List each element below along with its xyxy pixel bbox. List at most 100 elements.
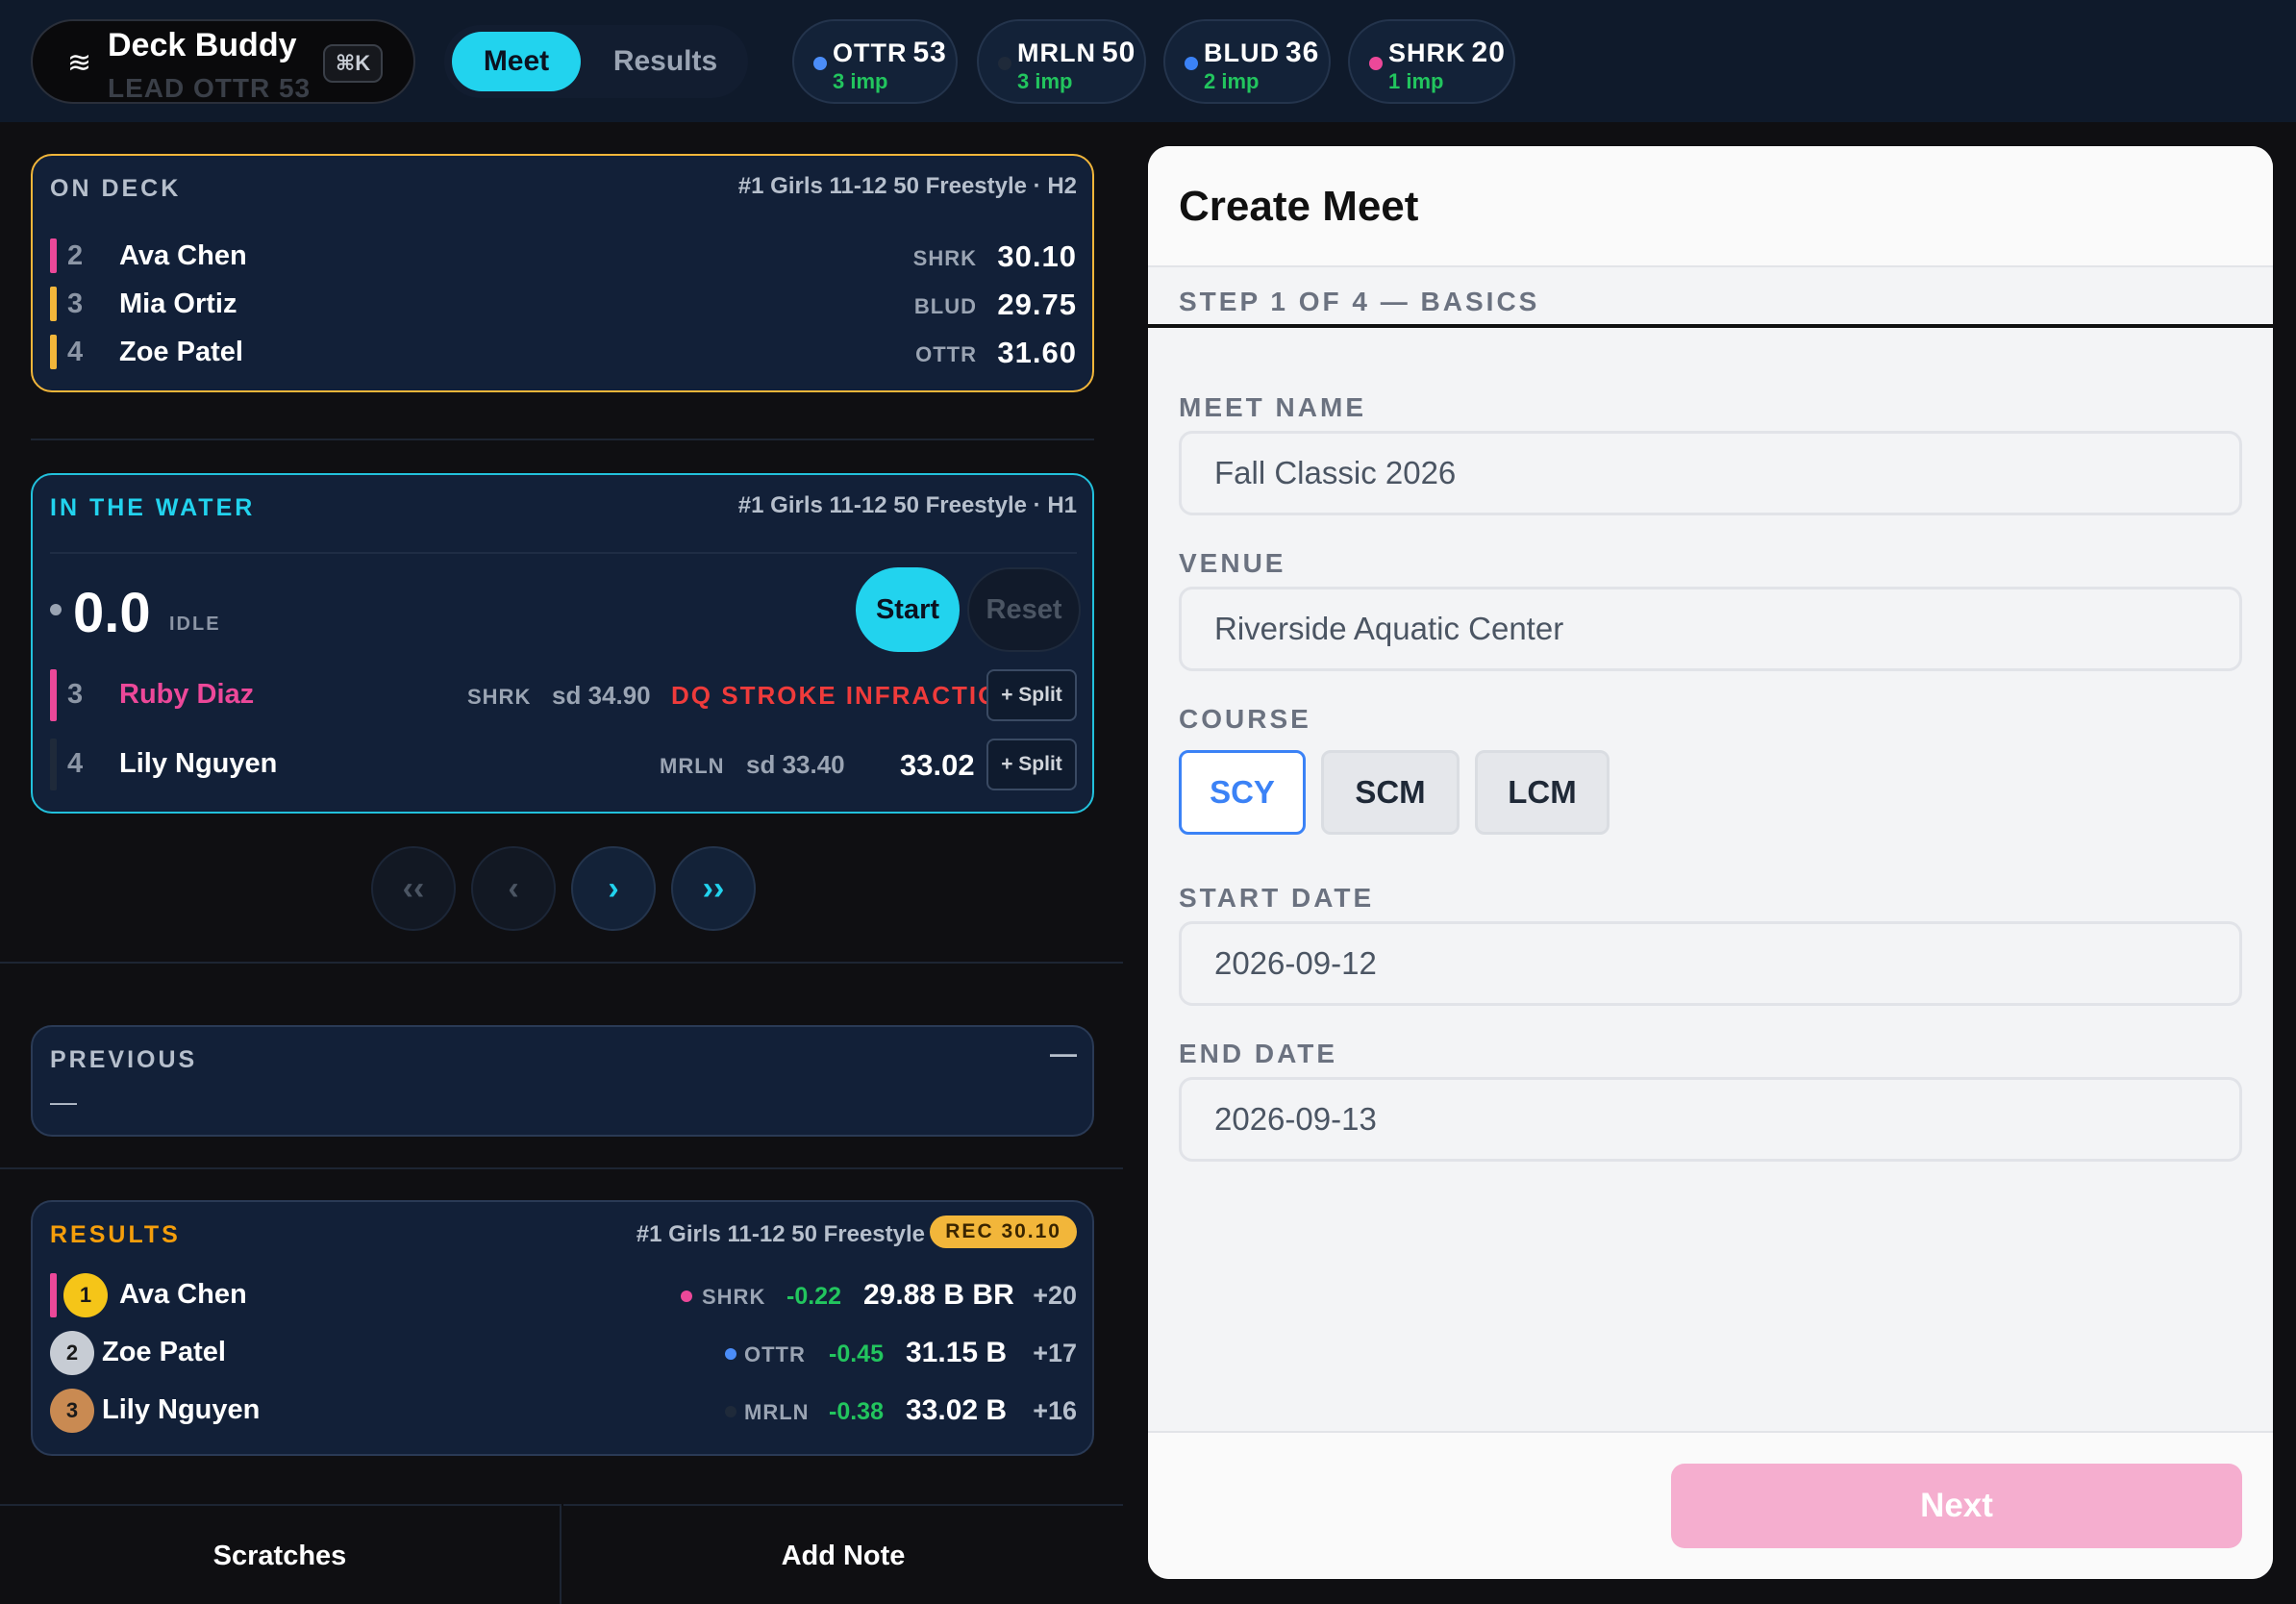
team-score-chip-ottr[interactable]: OTTR 53 3 imp	[792, 19, 958, 104]
view-tabs: Meet Results	[444, 25, 748, 98]
lane-number: 3	[67, 679, 84, 710]
course-label: COURSE	[1179, 704, 1311, 734]
on-deck-row[interactable]: 3 Mia Ortiz BLUD 29.75	[50, 285, 1077, 323]
previous-card[interactable]: PREVIOUS — —	[31, 1025, 1094, 1137]
team-code: MRLN	[1017, 38, 1096, 67]
results-event: #1 Girls 11-12 50 Freestyle	[636, 1221, 925, 1247]
start-button[interactable]: Start	[856, 567, 960, 652]
team-color-dot	[813, 57, 827, 70]
next-heat-button[interactable]: ›	[571, 846, 656, 931]
venue-input[interactable]: Riverside Aquatic Center	[1179, 587, 2242, 671]
seed-time: 30.10	[997, 239, 1077, 273]
waves-icon: ≋	[67, 47, 92, 79]
panel-footer: Next	[1148, 1431, 2273, 1579]
place-medal: 1	[63, 1273, 108, 1317]
team-score-chip-shrk[interactable]: SHRK 20 1 imp	[1348, 19, 1515, 104]
seed-time: 31.60	[997, 336, 1077, 369]
swimmer-name: Lily Nguyen	[119, 748, 278, 779]
team-score-chip-blud[interactable]: BLUD 36 2 imp	[1163, 19, 1331, 104]
start-date-input[interactable]: 2026-09-12	[1179, 921, 2242, 1006]
start-date-label: START DATE	[1179, 883, 1375, 913]
swimmer-name: Zoe Patel	[102, 1337, 226, 1367]
course-option-scy[interactable]: SCY	[1179, 750, 1306, 835]
in-water-title: IN THE WATER	[50, 494, 256, 521]
add-split-button[interactable]: + Split	[986, 739, 1077, 790]
lane-color-bar	[50, 238, 57, 273]
in-water-row[interactable]: 3 Ruby Diaz SHRK sd 34.90 DQ STROKE INFR…	[50, 669, 1077, 721]
first-heat-button[interactable]: ‹‹	[371, 846, 456, 931]
time-delta: -0.38	[829, 1398, 884, 1425]
points-awarded: +16	[1033, 1396, 1077, 1425]
lane-color-bar	[50, 287, 57, 321]
collapse-icon[interactable]: —	[1050, 1039, 1077, 1069]
venue-label: VENUE	[1179, 548, 1286, 578]
add-split-button[interactable]: + Split	[986, 669, 1077, 721]
team-color-dot	[1369, 57, 1383, 70]
time-delta: -0.45	[829, 1341, 884, 1367]
panel-header: Create Meet	[1148, 146, 2273, 267]
lane-number: 4	[67, 337, 84, 367]
scratches-button[interactable]: Scratches	[0, 1504, 562, 1604]
clock-state: IDLE	[169, 614, 221, 635]
final-time: 33.02	[900, 748, 975, 782]
course-option-lcm[interactable]: LCM	[1475, 750, 1610, 835]
team-improvements: 1 imp	[1388, 69, 1444, 93]
divider	[31, 439, 1094, 440]
on-deck-row[interactable]: 2 Ava Chen SHRK 30.10	[50, 237, 1077, 275]
on-deck-title: ON DECK	[50, 175, 182, 202]
team-score-chip-mrln[interactable]: MRLN 50 3 imp	[977, 19, 1146, 104]
result-row[interactable]: 1 Ava Chen SHRK -0.22 29.88 B BR +20	[50, 1273, 1077, 1317]
course-option-scm[interactable]: SCM	[1321, 750, 1460, 835]
meet-name-label: MEET NAME	[1179, 392, 1366, 422]
clock-status-dot	[50, 604, 62, 615]
previous-heat-button[interactable]: ‹	[471, 846, 556, 931]
team-improvements: 2 imp	[1204, 69, 1260, 93]
tab-meet[interactable]: Meet	[452, 32, 581, 91]
last-heat-button[interactable]: ››	[671, 846, 756, 931]
team-improvements: 3 imp	[833, 69, 888, 93]
points-awarded: +17	[1033, 1339, 1077, 1367]
final-time: 33.02 B	[906, 1394, 1008, 1426]
on-deck-row[interactable]: 4 Zoe Patel OTTR 31.60	[50, 333, 1077, 371]
race-clock: 0.0	[73, 582, 151, 644]
seed-time: sd 33.40	[746, 750, 845, 779]
dq-status: DQ STROKE INFRACTION	[671, 681, 1020, 710]
previous-value: —	[50, 1087, 77, 1116]
lead-indicator: LEAD OTTR 53	[108, 73, 312, 103]
swimmer-name: Ava Chen	[119, 1279, 247, 1310]
team-code: BLUD	[913, 294, 977, 318]
lane-number: 3	[67, 288, 84, 319]
team-code: OTTR	[915, 342, 977, 366]
final-time: 31.15 B	[906, 1337, 1008, 1368]
lane-number: 4	[67, 748, 84, 779]
divider	[0, 1167, 1123, 1169]
on-deck-card: ON DECK #1 Girls 11-12 50 Freestyle · H2…	[31, 154, 1094, 392]
reset-button[interactable]: Reset	[967, 567, 1081, 652]
previous-title: PREVIOUS	[50, 1046, 198, 1073]
team-points: 20	[1471, 37, 1506, 68]
in-water-event: #1 Girls 11-12 50 Freestyle · H1	[737, 492, 1077, 518]
team-code: MRLN	[660, 754, 725, 778]
in-water-row[interactable]: 4 Lily Nguyen MRLN sd 33.40 33.02	[50, 739, 1077, 790]
add-note-button[interactable]: Add Note	[563, 1504, 1123, 1604]
tab-results[interactable]: Results	[598, 32, 733, 91]
team-code: SHRK	[912, 246, 977, 270]
team-code: OTTR	[833, 38, 908, 67]
team-code: SHRK	[467, 685, 532, 709]
result-row[interactable]: 2 Zoe Patel OTTR -0.45 31.15 B +17	[50, 1331, 1077, 1375]
team-color-dot	[725, 1406, 736, 1417]
team-points: 50	[1101, 37, 1136, 68]
swimmer-name: Lily Nguyen	[102, 1394, 261, 1425]
next-button[interactable]: Next	[1671, 1464, 2242, 1548]
team-code: SHRK	[702, 1285, 766, 1309]
record-badge: REC 30.10	[930, 1216, 1077, 1248]
swimmer-name: Zoe Patel	[119, 337, 243, 367]
team-points: 36	[1285, 37, 1320, 68]
swimmer-name: Ruby Diaz	[119, 679, 255, 710]
result-row[interactable]: 3 Lily Nguyen MRLN -0.38 33.02 B +16	[50, 1389, 1077, 1433]
end-date-input[interactable]: 2026-09-13	[1179, 1077, 2242, 1162]
command-palette-button[interactable]: ≋ Deck Buddy LEAD OTTR 53 ⌘K	[31, 19, 415, 104]
team-points: 53	[912, 37, 947, 68]
meet-name-input[interactable]: Fall Classic 2026	[1179, 431, 2242, 515]
team-code: BLUD	[1204, 38, 1280, 67]
